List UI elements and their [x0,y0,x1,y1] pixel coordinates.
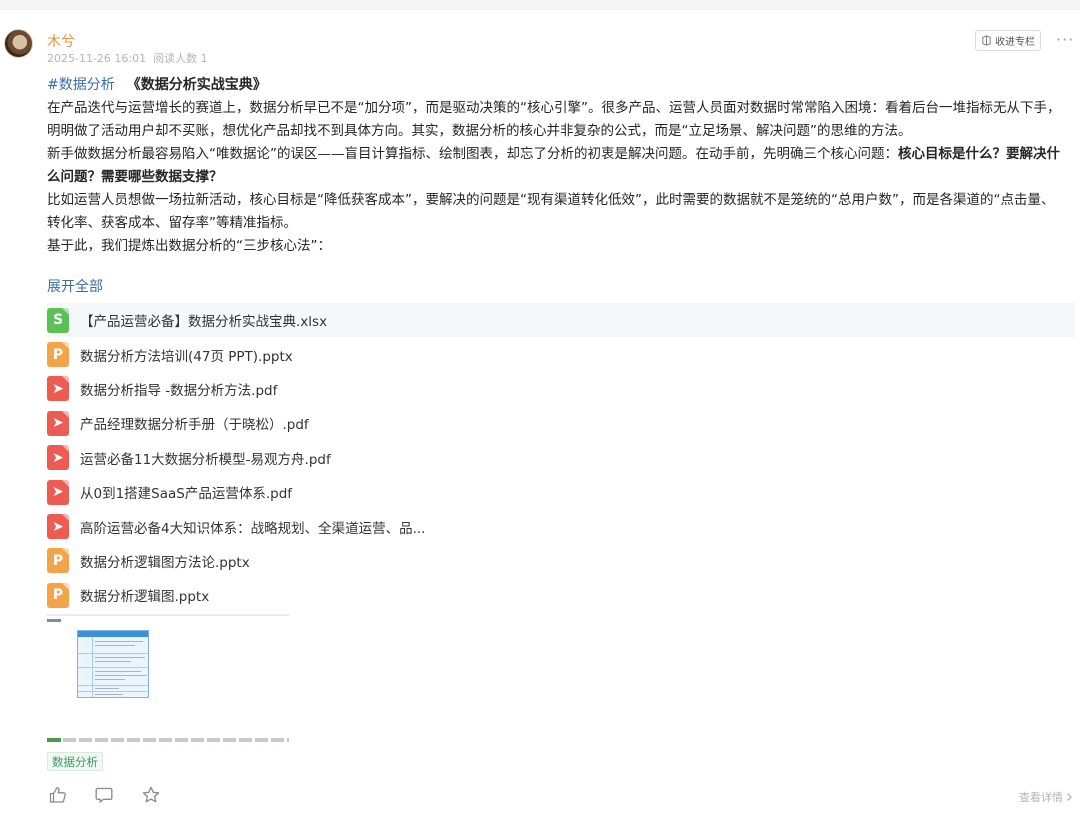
book-title: 《数据分析实战宝典》 [126,77,267,93]
attachment-item[interactable]: P 数据分析逻辑图方法论.pptx [47,544,1075,578]
details-label: 查看详情 [1019,791,1063,804]
favorite-button[interactable] [141,785,161,805]
attachment-item[interactable]: ➤ 从0到1搭建SaaS产品运营体系.pdf [47,475,1075,509]
attachment-item[interactable]: ➤ 产品经理数据分析手册（于晓松）.pdf [47,406,1075,440]
attachment-list: S 【产品运营必备】数据分析实战宝典.xlsx P 数据分析方法培训(47页 P… [47,303,1075,613]
column-collect-icon [982,35,991,46]
attachment-name: 运营必备11大数据分析模型-易观方舟.pdf [80,451,331,468]
attachment-item[interactable]: P 数据分析逻辑图.pptx [47,578,1075,612]
attachment-name: 数据分析逻辑图方法论.pptx [80,554,250,571]
attachment-name: 数据分析逻辑图.pptx [80,589,210,606]
attachment-item[interactable]: P 数据分析方法培训(47页 PPT).pptx [47,337,1075,371]
preview-table-rule [78,691,148,692]
pdf-file-icon: ➤ [47,514,69,540]
paragraph: 比如运营人员想做一场拉新活动，核心目标是“降低获客成本”，要解决的问题是“现有渠… [47,192,1055,231]
hashtag-link[interactable]: #数据分析 [47,77,115,93]
paragraph: 新手做数据分析最容易陷入“唯数据论”的误区——盲目计算指标、绘制图表，却忘了分析… [47,143,1063,189]
pdf-file-icon: ➤ [47,376,69,402]
preview-text-line [95,675,147,676]
comment-bubble-icon [95,787,113,803]
preview-text-line [95,694,123,695]
pdf-file-icon: ➤ [47,479,69,505]
attachment-item[interactable]: ➤ 数据分析指导 -数据分析方法.pdf [47,372,1075,406]
collect-label: 收进专栏 [995,37,1035,48]
attachment-item[interactable]: S 【产品运营必备】数据分析实战宝典.xlsx [47,303,1075,338]
post-date: 2025-11-26 16:01 [47,52,147,65]
collect-to-column-button[interactable]: 收进专栏 [975,30,1041,51]
pptx-file-icon: P [47,548,69,574]
paragraph: 在产品迭代与运营增长的赛道上，数据分析早已不是“加分项”，而是驱动决策的“核心引… [47,100,1061,139]
preview-table-header [78,631,148,637]
preview-table [77,630,149,698]
attachment-name: 高阶运营必备4大知识体系：战略规划、全渠道运营、品... [80,520,426,537]
pdf-file-icon: ➤ [47,445,69,471]
comment-button[interactable] [94,785,114,805]
preview-text-line [95,671,141,672]
post-body: 在产品迭代与运营增长的赛道上，数据分析早已不是“加分项”，而是驱动决策的“核心引… [47,97,1063,258]
preview-sheet-tabs [47,738,289,742]
preview-table-rule [78,685,148,686]
attachment-name: 数据分析指导 -数据分析方法.pdf [80,382,278,399]
xlsx-file-icon: S [47,307,69,333]
preview-text-line [95,657,145,658]
preview-text-line [95,645,135,646]
like-button[interactable] [48,785,68,805]
pptx-file-icon: P [47,582,69,608]
preview-sheet-title [47,619,61,622]
pdf-file-icon: ➤ [47,410,69,436]
preview-text-line [95,641,143,642]
top-divider [0,0,1080,10]
preview-text-line [95,679,125,680]
attachment-item[interactable]: ➤ 高阶运营必备4大知识体系：战略规划、全渠道运营、品... [47,509,1075,543]
avatar[interactable] [4,29,33,58]
spreadsheet-preview-image[interactable] [47,614,289,744]
paragraph-text: 新手做数据分析最容易陷入“唯数据论”的误区——盲目计算指标、绘制图表，却忘了分析… [47,146,898,162]
paragraph: 基于此，我们提炼出数据分析的“三步核心法”： [47,238,331,254]
attachment-name: 产品经理数据分析手册（于晓松）.pdf [80,417,309,434]
attachment-name: 【产品运营必备】数据分析实战宝典.xlsx [80,314,328,331]
expand-all-link[interactable]: 展开全部 [47,276,103,296]
preview-active-sheet-tab [47,738,61,742]
preview-table-rule [78,667,148,668]
preview-text-line [95,661,131,662]
preview-table-rule [78,653,148,654]
attachment-name: 数据分析方法培训(47页 PPT).pptx [80,348,293,365]
more-options-icon[interactable]: ··· [1056,31,1074,49]
thumbs-up-icon [49,787,66,803]
view-count: 阅读人数 1 [153,52,208,65]
star-icon [142,786,160,803]
attachment-item[interactable]: ➤ 运营必备11大数据分析模型-易观方舟.pdf [47,441,1075,475]
preview-toolbar [47,614,289,616]
author-name[interactable]: 木兮 [47,31,75,51]
topic-tag[interactable]: 数据分析 [47,752,103,771]
pptx-file-icon: P [47,342,69,368]
post-meta: 2025-11-26 16:01 阅读人数 1 [47,50,208,66]
preview-text-line [95,688,119,689]
post-headline: #数据分析 《数据分析实战宝典》 [47,75,267,95]
view-details-link[interactable]: 查看详情 [1019,789,1073,805]
attachment-name: 从0到1搭建SaaS产品运营体系.pdf [80,486,293,503]
chevron-right-icon [1067,793,1072,801]
